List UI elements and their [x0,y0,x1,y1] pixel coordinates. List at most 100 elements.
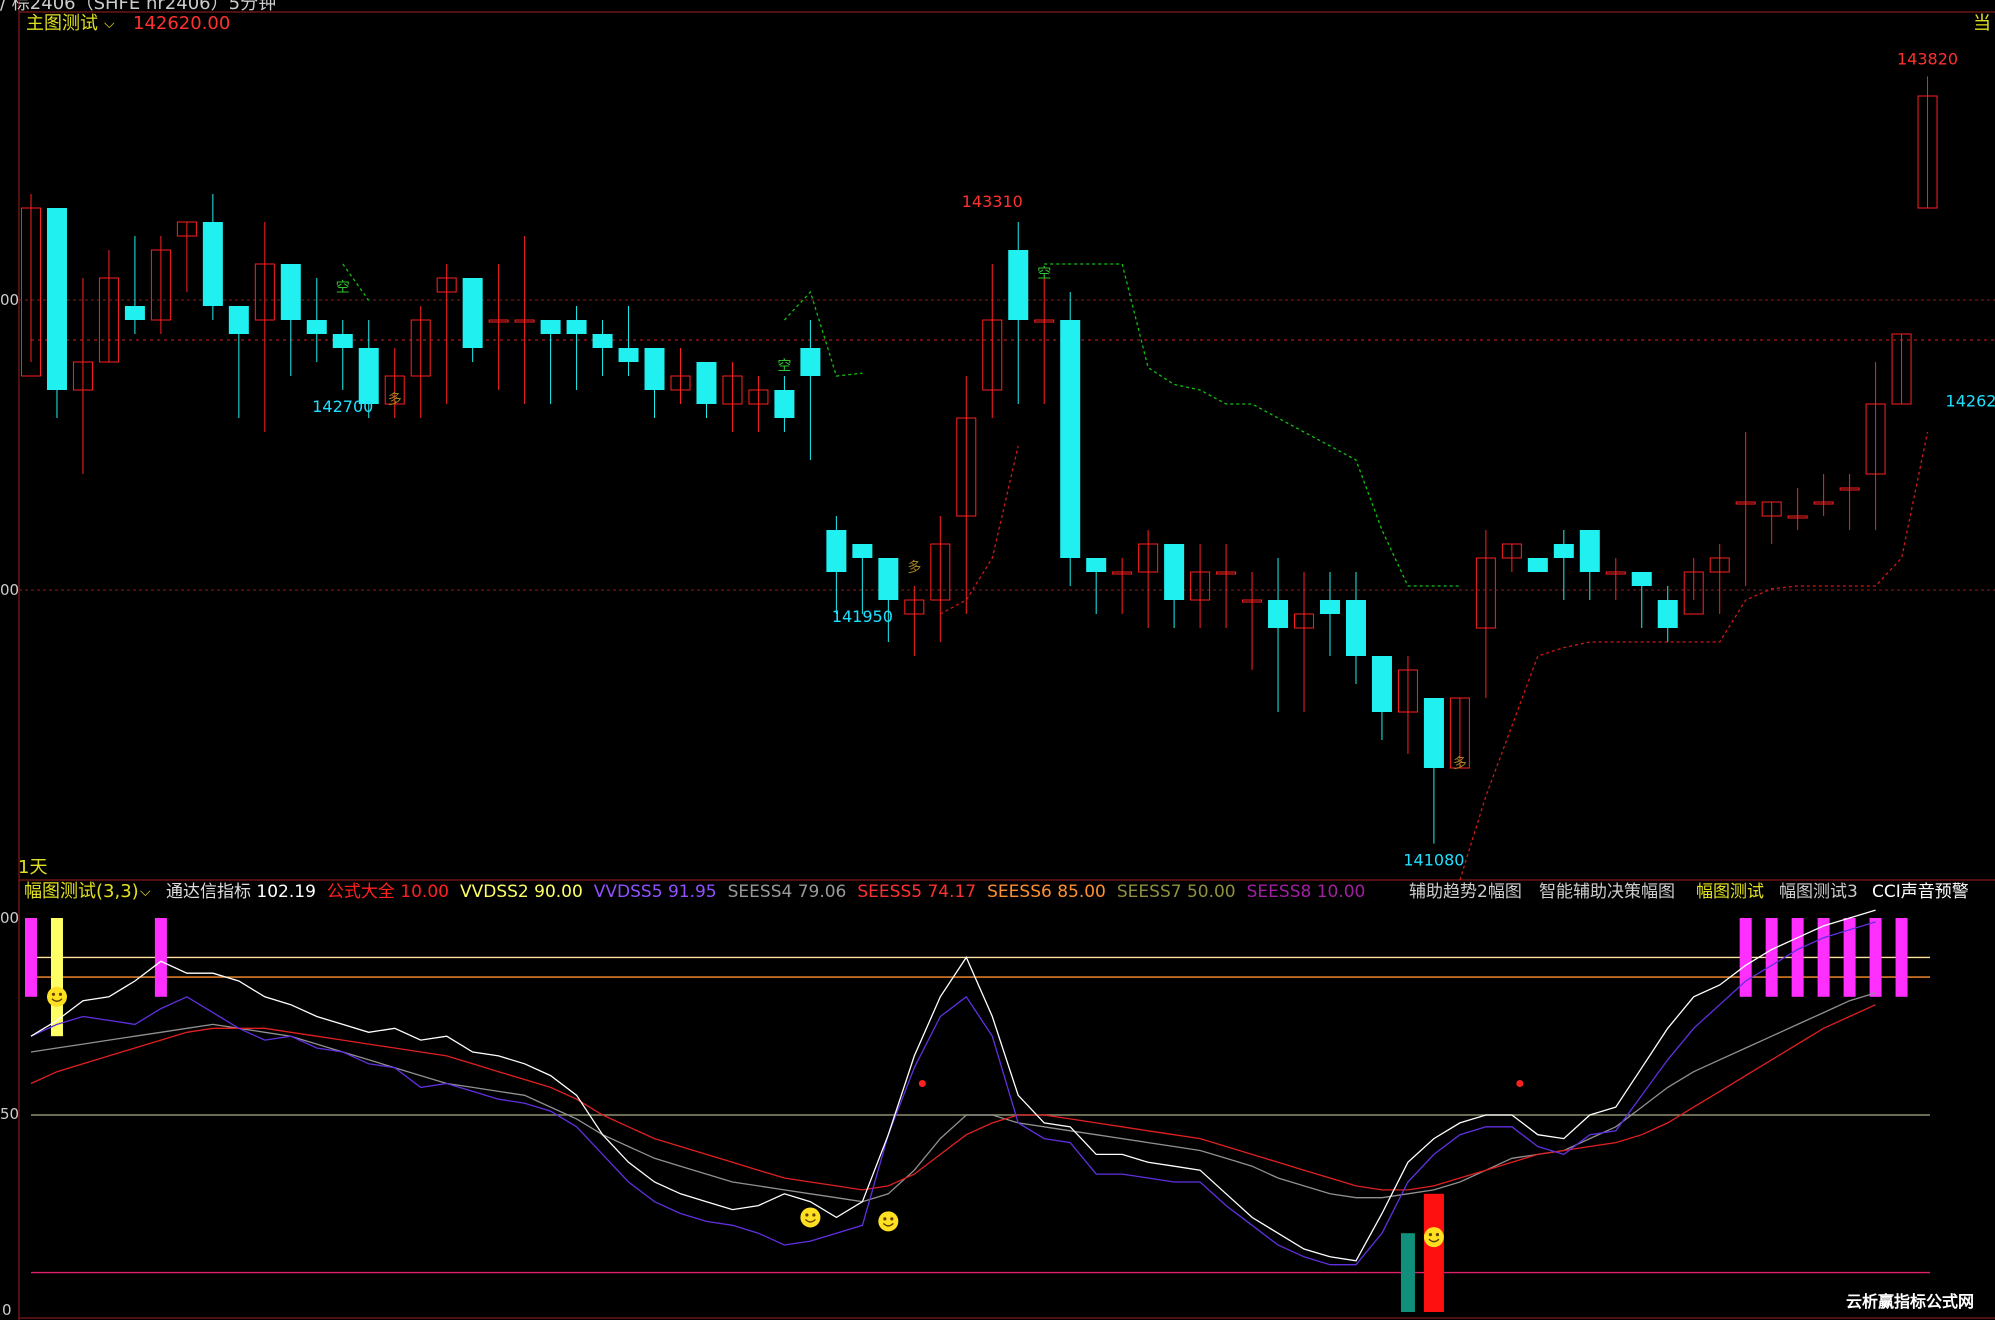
candle-body-down [1527,558,1548,572]
indicator-name: SEESS7 [1116,882,1182,902]
sub-signal-bar [1765,918,1778,997]
long-marker: 多 [1453,755,1467,772]
menu-item-sub-test3[interactable]: 幅图测试3 [1779,882,1858,902]
price-label: 141950 [832,607,893,626]
sub-signal-bar [1791,918,1804,997]
indicator-name: 通达信指标 [166,882,251,902]
short-marker: 空 [777,358,791,374]
long-marker: 多 [388,391,402,408]
smile-icon-eye [812,1213,816,1217]
sub-line-gray [30,992,1876,1203]
short-marker: 空 [336,280,350,296]
candle-body-down [1268,600,1289,628]
candle-body-down [540,320,561,334]
indicator-name: SEESS8 [1246,882,1312,902]
indicator-name: SEESS6 [987,882,1052,902]
smile-icon-eye [883,1217,887,1221]
short-marker: 空 [1037,266,1051,282]
price-axis-mark: 00 [0,581,20,599]
price-label: 142620 [1946,391,1995,410]
indicator-name: VVDSS2 [459,882,529,902]
indicator-7: SEESS7 50.00 [1117,882,1236,902]
period-label: 1天 [18,857,48,878]
indicator-5: SEESS5 74.17 [857,882,976,902]
sub-axis-mark: 50 [0,1105,20,1123]
smile-icon-eye [805,1213,809,1217]
price-label: 142700 [312,397,373,416]
candle-body-down [1008,250,1029,320]
indicator-value: 91.95 [662,882,717,902]
chevron-down-icon[interactable]: ⌵ [104,14,115,34]
indicator-value: 102.19 [251,882,316,902]
chart-canvas: 空空空多多多1427001433101419501410801438201426… [18,0,1995,1320]
right-corner-label: 当 [1973,13,1991,34]
indicator-4: SEESS4 79.06 [728,882,847,902]
price-label: 141080 [1403,851,1464,870]
sub-indicator-label[interactable]: 幅图测试(3,3) [24,882,139,902]
candle-body-down [228,306,249,334]
menu-item-smart-decision[interactable]: 智能辅助决策幅图 [1539,882,1675,902]
chart-window: 空空空多多多 142700 143310 141950 141080 143820 1426… [0,0,1995,1320]
smile-icon [878,1211,899,1232]
price-label: 143310 [962,192,1023,211]
stop-line-long [939,445,1019,615]
indicator-value: 10.00 [1311,882,1366,902]
signal-dot [918,1079,926,1087]
chevron-down-icon[interactable]: ⌵ [140,882,151,902]
indicator-value: 79.06 [792,882,847,902]
menu-item-sub-test[interactable]: 幅图测试 [1696,882,1764,902]
candle-body-down [1631,572,1652,586]
menu-item-assist-trend[interactable]: 辅助趋势2幅图 [1409,882,1522,902]
smile-icon-eye [1428,1233,1433,1237]
indicator-6: SEESS6 85.00 [987,882,1106,902]
candle-body-down [280,264,301,320]
indicator-8: SEESS8 10.00 [1247,882,1366,902]
indicator-value: 74.17 [922,882,977,902]
sub-signal-bar [50,918,63,1037]
candle-body-down [618,348,639,362]
indicator-values: 通达信指标 102.19 公式大全 10.00 VVDSS2 90.00 VVDSS5… [166,882,1376,902]
candle-body-down [1423,698,1444,768]
smile-icon-eye [1435,1233,1440,1237]
main-indicator-value: 142620.00 [133,13,231,34]
sub-axis-mark: 00 [0,909,20,927]
smile-icon-eye [890,1217,894,1221]
candle-body-down [462,278,483,348]
menu-item-cci-alert[interactable]: CCI声音预警 [1872,882,1969,902]
candle-body-down [124,306,145,320]
main-indicator-label[interactable]: 主图测试 [26,14,98,34]
indicator-1: 公式大全 10.00 [327,882,449,902]
candle-body-down [566,320,587,334]
watermark: 云析赢指标公式网 [1846,1292,1975,1311]
indicator-0: 通达信指标 102.19 [166,882,316,902]
candle-body-down [1060,320,1081,558]
indicator-name: 公式大全 [326,882,395,902]
candle-body-down [774,390,795,418]
indicator-2: VVDSS2 90.00 [460,882,583,902]
sub-signal-bar [25,918,37,997]
sub-signal-bar [1423,1193,1444,1312]
candle-body-down [332,334,353,348]
signal-dot [1516,1079,1524,1087]
candle-body-down [1086,558,1107,572]
indicator-value: 50.00 [1181,882,1236,902]
sub-signal-bar [1817,918,1830,997]
candle-body-down [202,222,223,306]
indicator-value: 10.00 [394,882,449,902]
candle-body-down [826,530,847,572]
sub-signal-bar [1400,1233,1415,1312]
candle-body-down [1345,600,1366,656]
candle-body-down [1371,656,1392,712]
long-marker: 多 [907,559,921,576]
indicator-name: SEESS5 [857,882,923,902]
indicator-value: 85.00 [1051,882,1106,902]
window-title: / 棕2406（SHFE nr2406）5分钟 [0,0,277,14]
sub-signal-bar [154,918,167,997]
candle-body-down [1553,544,1574,558]
candle-body-down [306,320,327,334]
indicator-value: 90.00 [528,882,583,902]
sub-axis-mark: 0 [2,1301,12,1319]
indicator-name: VVDSS5 [593,882,663,902]
indicator-name: SEESS4 [727,882,793,902]
smile-icon [800,1207,821,1228]
